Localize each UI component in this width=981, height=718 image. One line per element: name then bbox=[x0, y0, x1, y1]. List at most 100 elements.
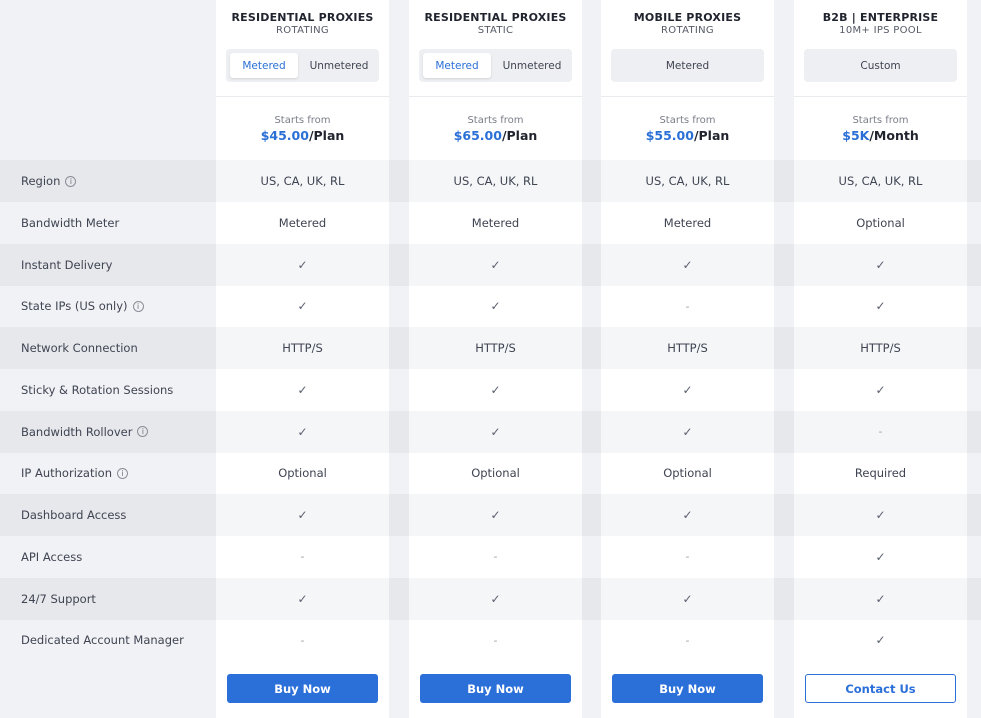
plan-title: MOBILE PROXIES bbox=[633, 11, 742, 24]
feature-label-text: Dedicated Account Manager bbox=[21, 633, 184, 648]
divider bbox=[601, 96, 774, 97]
price-amount: $65.00 bbox=[453, 128, 502, 143]
feature-label-column: Region i Bandwidth Meter Instant Delivery St… bbox=[0, 0, 216, 718]
check-icon: ✓ bbox=[875, 549, 886, 564]
toggle-option-metered: Metered bbox=[665, 59, 710, 72]
feature-label-bandwidth-meter: Bandwidth Meter bbox=[21, 202, 119, 244]
feature-label-text: State IPs (US only) bbox=[21, 299, 128, 314]
check-icon: ✓ bbox=[490, 508, 501, 522]
billing-toggle: Metered Unmetered bbox=[226, 49, 379, 82]
price-amount: $55.00 bbox=[645, 128, 694, 143]
billing-toggle[interactable]: Metered bbox=[611, 49, 764, 82]
check-icon: ✓ bbox=[682, 382, 693, 397]
feature-value: HTTP/S bbox=[860, 341, 901, 355]
plan-title: RESIDENTIAL PROXIES bbox=[231, 11, 374, 24]
info-icon[interactable]: i bbox=[65, 175, 77, 187]
feature-label-api-access: API Access bbox=[21, 536, 82, 578]
price-unit: /Plan bbox=[501, 128, 538, 143]
check-icon: ✓ bbox=[875, 257, 886, 272]
toggle-option-metered[interactable]: Metered bbox=[423, 53, 491, 78]
feature-label-text: Dashboard Access bbox=[21, 508, 127, 522]
plan-price: $5K/Month bbox=[794, 128, 967, 143]
check-icon: ✓ bbox=[682, 508, 693, 522]
feature-label-text: Bandwidth Rollover bbox=[21, 424, 133, 439]
feature-value: Optional bbox=[663, 466, 712, 481]
plan-card-mobile-proxies-rotating: MOBILE PROXIES ROTATING Metered Starts from… bbox=[601, 0, 774, 718]
check-icon: ✓ bbox=[297, 591, 308, 606]
starts-from-label: Starts from bbox=[659, 115, 716, 126]
feature-label-text: Instant Delivery bbox=[21, 257, 113, 272]
dash-icon: - bbox=[300, 633, 305, 647]
plan-price: $65.00/Plan bbox=[409, 128, 582, 143]
feature-label-24-7-support: 24/7 Support bbox=[21, 578, 96, 620]
feature-value: Metered bbox=[663, 215, 712, 230]
check-icon: ✓ bbox=[490, 591, 501, 606]
check-icon: ✓ bbox=[682, 591, 693, 606]
feature-label-state-ips-us-only: State IPs (US only) i bbox=[21, 285, 144, 327]
plan-title: B2B | ENTERPRISE bbox=[822, 11, 939, 24]
check-icon: ✓ bbox=[297, 299, 308, 314]
feature-label-text: IP Authorization bbox=[21, 466, 113, 481]
feature-label-sticky-rotation-sessions: Sticky & Rotation Sessions bbox=[21, 369, 173, 411]
feature-label-instant-delivery: Instant Delivery bbox=[21, 244, 112, 286]
divider bbox=[216, 96, 389, 97]
feature-label-bandwidth-rollover: Bandwidth Rollover i bbox=[21, 411, 149, 453]
toggle-option-unmetered[interactable]: Unmetered bbox=[302, 53, 376, 78]
check-icon: ✓ bbox=[875, 508, 886, 522]
check-icon: ✓ bbox=[297, 508, 308, 522]
starts-from-label: Starts from bbox=[274, 115, 331, 126]
dash-icon: - bbox=[878, 425, 883, 438]
plan-title: RESIDENTIAL PROXIES bbox=[424, 11, 567, 24]
price-amount: $5K bbox=[842, 128, 870, 143]
plan-card-residential-proxies-rotating: RESIDENTIAL PROXIES ROTATING Metered Unmete… bbox=[216, 0, 389, 718]
feature-label-text: Network Connection bbox=[21, 341, 138, 355]
plan-subtitle: ROTATING bbox=[661, 25, 714, 36]
info-icon[interactable]: i bbox=[117, 467, 129, 479]
check-icon: ✓ bbox=[875, 591, 886, 606]
check-icon: ✓ bbox=[875, 299, 886, 314]
buy-now-button[interactable]: Buy Now bbox=[612, 674, 763, 703]
divider bbox=[409, 96, 582, 97]
feature-value: US, CA, UK, RL bbox=[645, 174, 730, 188]
feature-label-dashboard-access: Dashboard Access bbox=[21, 494, 126, 536]
info-icon[interactable]: i bbox=[132, 300, 144, 312]
feature-value: US, CA, UK, RL bbox=[453, 174, 538, 188]
feature-value: Optional bbox=[856, 215, 905, 230]
check-icon: ✓ bbox=[875, 382, 886, 397]
feature-value: US, CA, UK, RL bbox=[838, 174, 923, 188]
billing-toggle[interactable]: Custom bbox=[804, 49, 957, 82]
info-icon[interactable]: i bbox=[137, 426, 149, 437]
dash-icon: - bbox=[300, 550, 305, 564]
toggle-option-metered[interactable]: Metered bbox=[230, 53, 298, 78]
check-icon: ✓ bbox=[297, 424, 308, 439]
plan-price: $45.00/Plan bbox=[216, 128, 389, 143]
check-icon: ✓ bbox=[875, 633, 886, 648]
feature-value: HTTP/S bbox=[475, 341, 516, 355]
buy-now-button[interactable]: Buy Now bbox=[420, 674, 571, 703]
check-icon: ✓ bbox=[490, 299, 501, 314]
price-unit: /Plan bbox=[308, 128, 345, 143]
starts-from-label: Starts from bbox=[852, 115, 909, 126]
feature-label-text: API Access bbox=[21, 549, 83, 564]
feature-label-text: 24/7 Support bbox=[21, 591, 96, 606]
dash-icon: - bbox=[493, 633, 498, 647]
contact-us-button[interactable]: Contact Us bbox=[805, 674, 956, 703]
buy-now-button[interactable]: Buy Now bbox=[227, 674, 378, 703]
check-icon: ✓ bbox=[297, 382, 308, 397]
dash-icon: - bbox=[685, 633, 690, 647]
feature-value: US, CA, UK, RL bbox=[260, 174, 345, 188]
plan-subtitle: STATIC bbox=[477, 25, 514, 36]
starts-from-label: Starts from bbox=[467, 115, 524, 126]
feature-value: HTTP/S bbox=[282, 341, 323, 355]
toggle-option-unmetered[interactable]: Unmetered bbox=[495, 53, 569, 78]
feature-label-text: Region bbox=[21, 174, 61, 188]
feature-label-ip-authorization: IP Authorization i bbox=[21, 452, 129, 494]
check-icon: ✓ bbox=[682, 257, 693, 272]
price-unit: /Month bbox=[869, 128, 919, 143]
feature-label-region: Region i bbox=[21, 160, 77, 202]
check-icon: ✓ bbox=[490, 382, 501, 397]
feature-value: Optional bbox=[278, 466, 327, 481]
check-icon: ✓ bbox=[490, 424, 501, 439]
toggle-option-custom: Custom bbox=[860, 59, 901, 72]
dash-icon: - bbox=[685, 550, 690, 564]
